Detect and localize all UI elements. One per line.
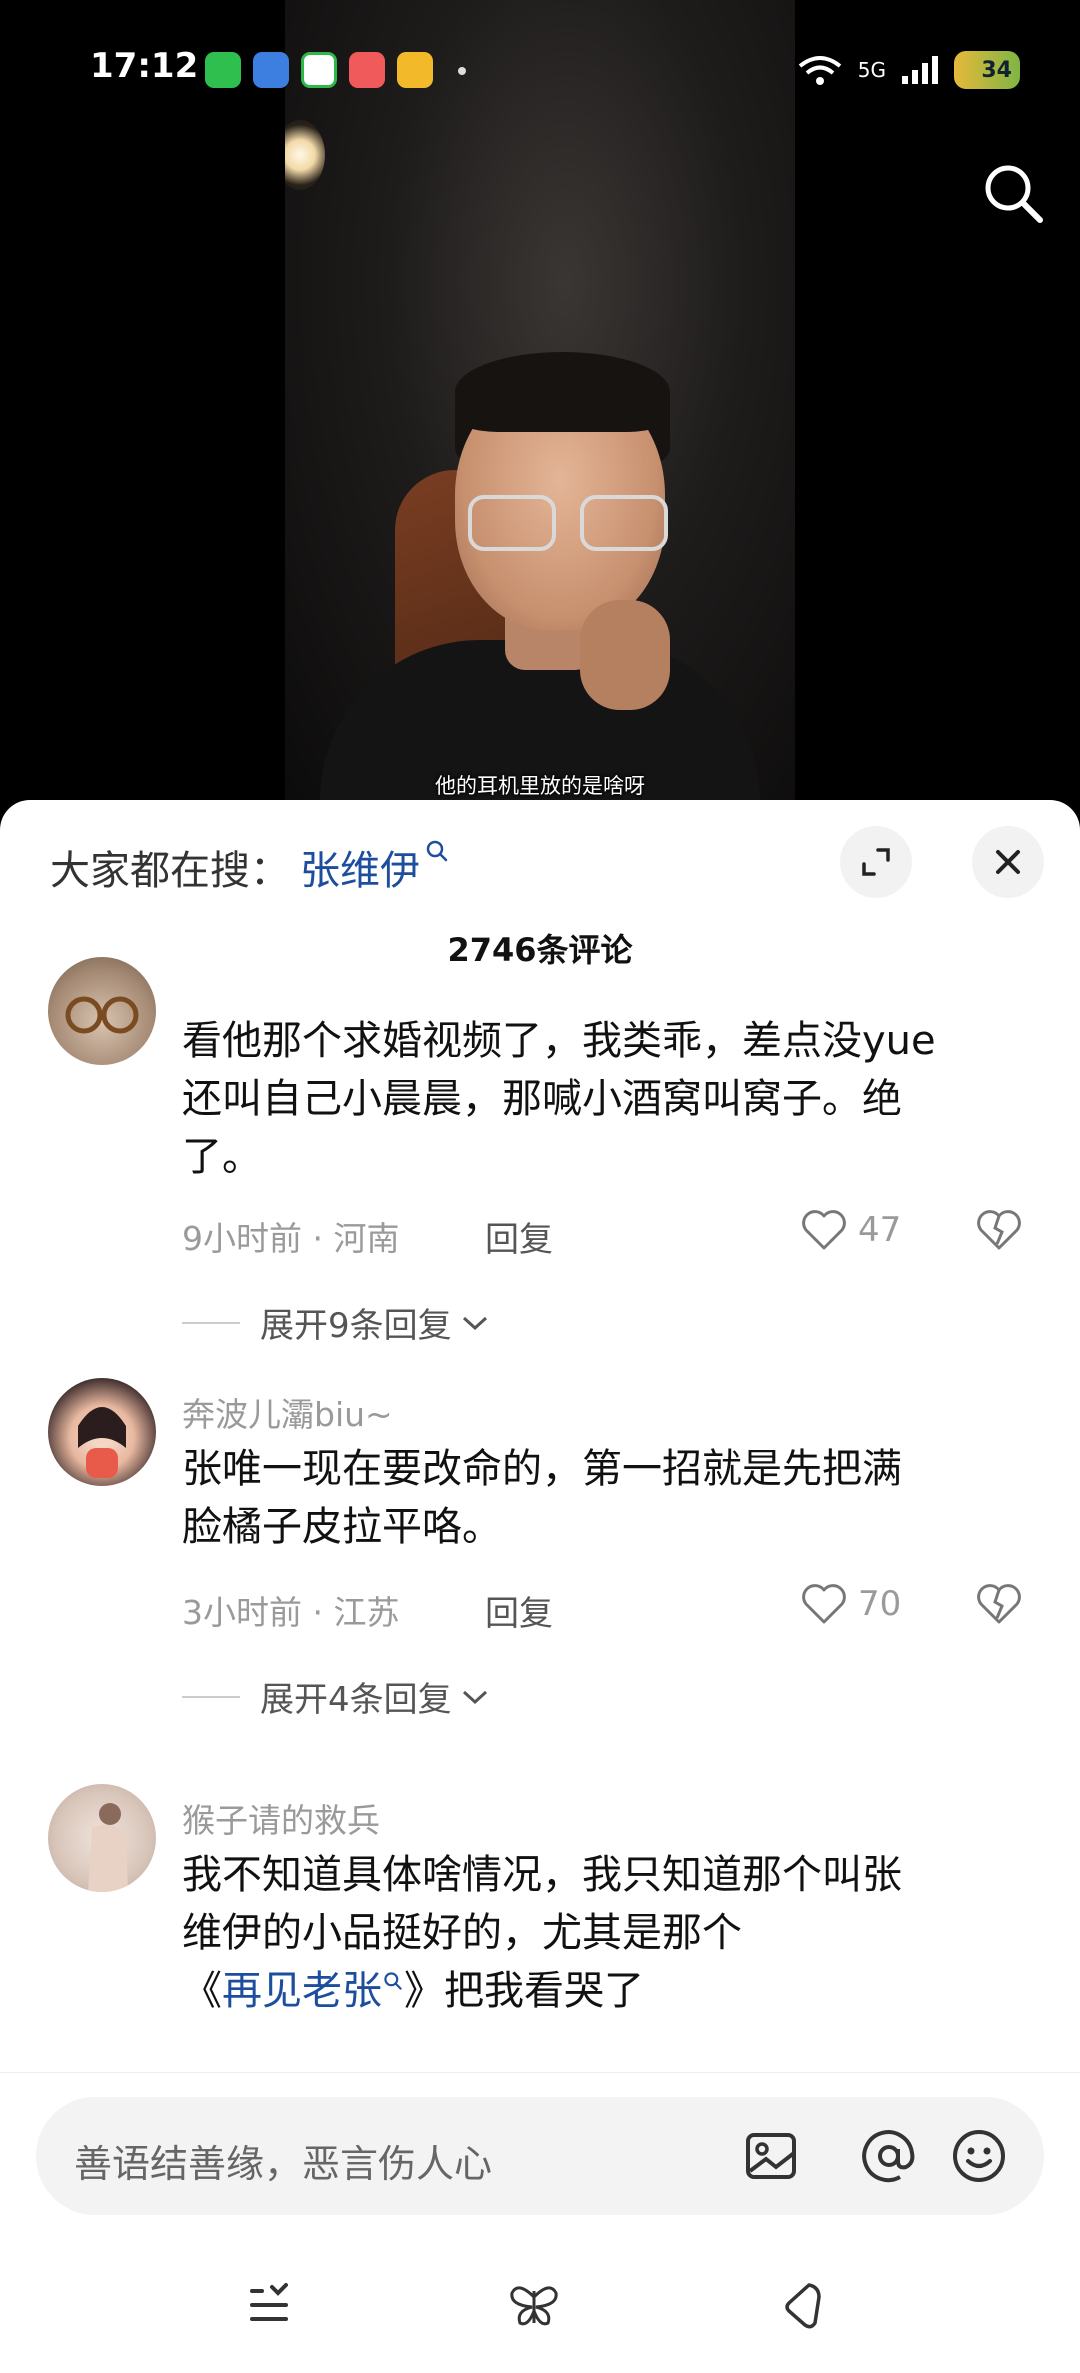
comment-line: 了。 (182, 1134, 262, 1180)
status-time: 17:12 (90, 46, 199, 86)
expand-replies-label[interactable]: 展开9条回复 (260, 1298, 452, 1347)
expand-replies-button[interactable]: 展开9条回复 (182, 1298, 490, 1347)
like-button[interactable]: 47 (800, 1208, 901, 1252)
search-icon (384, 1972, 402, 1990)
comment-line: 看他那个求婚视频了，我类乖，差点没yue (182, 1018, 936, 1064)
hot-search-label: 大家都在搜： (50, 848, 290, 894)
network-type: 5G (857, 58, 886, 82)
dislike-button[interactable] (975, 1582, 1023, 1630)
mention-icon[interactable] (860, 2127, 918, 2185)
rewards-icon (397, 52, 433, 88)
hot-search-link[interactable]: 张维伊 (300, 838, 450, 896)
search-icon (985, 165, 1043, 223)
comment-line: 维伊的小品挺好的，尤其是那个 (182, 1910, 742, 1956)
expand-replies-button[interactable]: 展开4条回复 (182, 1672, 490, 1721)
comment-line: 脸橘子皮拉平咯。 (182, 1504, 502, 1550)
comment-username[interactable]: 奔波儿灞biu~ (182, 1388, 393, 1436)
signal-icon (902, 56, 938, 84)
person-hair-top (455, 352, 670, 432)
comment-input[interactable]: 善语结善缘，恶言伤人心 (36, 2097, 1044, 2215)
glasses (468, 495, 668, 555)
comment-search-link[interactable]: 再见老张 (222, 1968, 404, 2014)
close-icon (996, 850, 1020, 874)
search-icon (426, 840, 448, 862)
image-icon[interactable] (742, 2127, 800, 2185)
expand-icon (862, 848, 890, 876)
dislike-button[interactable] (975, 1208, 1023, 1256)
expand-divider (182, 1695, 240, 1698)
weather-icon (253, 52, 289, 88)
heart-icon (802, 1584, 846, 1624)
avatar[interactable] (48, 1784, 156, 1892)
person-hand (580, 600, 670, 710)
back-icon[interactable] (775, 2277, 831, 2333)
comment-time-location: 3小时前 · 江苏 (182, 1593, 400, 1632)
comment-line: 我不知道具体啥情况，我只知道那个叫张 (182, 1852, 902, 1898)
security-icon (301, 52, 337, 88)
expand-replies-label[interactable]: 展开4条回复 (260, 1672, 452, 1721)
comment-line: 《再见老张 》把我看哭了 (182, 1962, 1042, 2020)
close-panel-button[interactable] (972, 826, 1044, 898)
reply-button[interactable]: 回复 (485, 1586, 553, 1635)
comment-input-placeholder: 善语结善缘，恶言伤人心 (74, 2142, 493, 2186)
hot-search-term[interactable]: 张维伊 (300, 848, 420, 894)
menu-list-icon[interactable] (242, 2277, 298, 2333)
emoji-icon[interactable] (950, 2127, 1008, 2185)
like-count: 47 (858, 1210, 902, 1250)
butterfly-icon[interactable] (506, 2277, 562, 2333)
comment-text: 看他那个求婚视频了，我类乖，差点没yue 还叫自己小晨晨，那喊小酒窝叫窝子。绝 … (182, 1012, 1042, 1186)
broken-heart-icon (977, 1210, 1021, 1250)
wifi-icon (798, 56, 842, 85)
comment-username[interactable]: 猴子请的救兵 (182, 1794, 380, 1842)
comment-text: 张唯一现在要改命的，第一招就是先把满 脸橘子皮拉平咯。 (182, 1440, 1042, 1556)
wechat-icon (205, 52, 241, 88)
video-player[interactable]: 他的耳机里放的是啥呀 17:12 5G 34 (0, 0, 1080, 810)
comment-time-location: 9小时前 · 河南 (182, 1219, 400, 1258)
comment-line: 还叫自己小晨晨，那喊小酒窝叫窝子。绝 (182, 1076, 902, 1122)
avatar-figure-icon (88, 1803, 128, 1892)
quote-close: 》把我看哭了 (404, 1968, 644, 2014)
glasses-icon (65, 996, 139, 1034)
video-subtitle: 他的耳机里放的是啥呀 (435, 774, 645, 798)
status-bar: 17:12 5G 34 (0, 40, 1080, 100)
weibo-icon (349, 52, 385, 88)
avatar-girl-icon (78, 1407, 126, 1478)
avatar[interactable] (48, 957, 156, 1065)
battery-indicator: 34 (954, 51, 1020, 89)
expand-divider (182, 1321, 240, 1324)
status-indicators: 5G 34 (796, 48, 1020, 92)
expand-panel-button[interactable] (840, 826, 912, 898)
comment-line: 张唯一现在要改命的，第一招就是先把满 (182, 1446, 902, 1492)
comment-link-text[interactable]: 再见老张 (222, 1968, 382, 2014)
chevron-down-icon (462, 1690, 487, 1704)
hot-search-bar: 大家都在搜： 张维伊 (50, 838, 450, 896)
chevron-down-icon (462, 1316, 487, 1330)
search-button[interactable] (978, 158, 1048, 228)
comment-count: 2746条评论 (447, 931, 633, 969)
more-notifications-dot (458, 67, 466, 75)
comment-input-bar: 善语结善缘，恶言伤人心 (0, 2072, 1080, 2373)
reply-button[interactable]: 回复 (485, 1212, 553, 1261)
avatar[interactable] (48, 1378, 156, 1486)
quote-open: 《 (182, 1968, 222, 2014)
like-count: 70 (858, 1584, 902, 1624)
cabin-light (285, 120, 325, 190)
heart-icon (802, 1210, 846, 1250)
broken-heart-icon (977, 1584, 1021, 1624)
comment-text: 我不知道具体啥情况，我只知道那个叫张 维伊的小品挺好的，尤其是那个 《再见老张 … (182, 1846, 1042, 2020)
like-button[interactable]: 70 (800, 1582, 901, 1626)
